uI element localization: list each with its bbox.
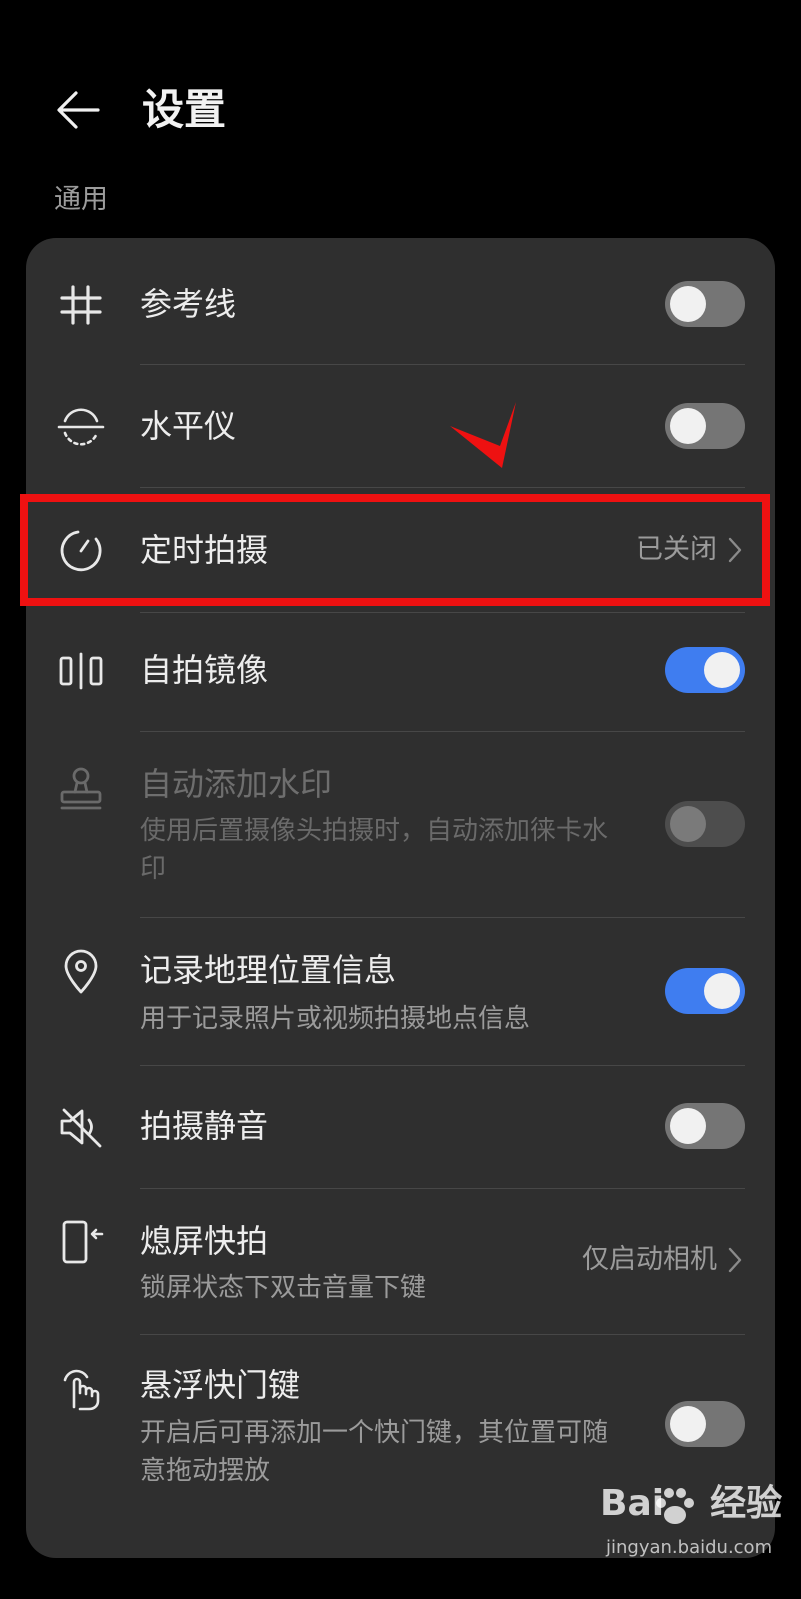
setting-description: 锁屏状态下双击音量下键 (140, 1273, 427, 1303)
phone-side-key-icon (56, 1217, 106, 1267)
location-toggle[interactable] (665, 968, 745, 1014)
setting-location[interactable]: 记录地理位置信息 用于记录照片或视频拍摄地点信息 (26, 918, 775, 1065)
mirror-icon (56, 646, 106, 696)
settings-card: 参考线 水平仪 定时拍摄 已关闭 自拍镜像 自动添加水印 使用后置摄像头拍摄时，… (26, 238, 775, 1558)
auto-watermark-toggle[interactable] (665, 801, 745, 847)
highlight-box (20, 494, 770, 606)
grid-icon (56, 280, 106, 330)
chevron-right-icon (725, 1245, 745, 1275)
mute-shutter-toggle[interactable] (665, 1103, 745, 1149)
watermark-url: jingyan.baidu.com (606, 1537, 773, 1558)
setting-label: 自动添加水印 (140, 765, 333, 803)
toggle-knob (670, 286, 706, 322)
toggle-knob (704, 652, 740, 688)
watermark: Bai 经验 jingyan.baidu.com (600, 1480, 790, 1590)
setting-label: 自拍镜像 (140, 651, 269, 689)
page-title: 设置 (142, 85, 227, 134)
level-icon (56, 402, 106, 452)
section-label: 通用 (54, 184, 108, 215)
setting-label: 熄屏快拍 (140, 1222, 269, 1260)
setting-label: 水平仪 (140, 407, 237, 445)
setting-label: 悬浮快门键 (140, 1366, 301, 1404)
header: 设置 (0, 70, 801, 150)
setting-mute-shutter[interactable]: 拍摄静音 (26, 1066, 775, 1188)
red-check-arrow-icon (448, 400, 520, 472)
setting-label: 记录地理位置信息 (140, 951, 397, 989)
setting-description: 用于记录照片或视频拍摄地点信息 (140, 1004, 531, 1034)
toggle-knob (670, 408, 706, 444)
setting-auto-watermark[interactable]: 自动添加水印 使用后置摄像头拍摄时，自动添加徕卡水印 (26, 732, 775, 917)
setting-quick-snap[interactable]: 熄屏快拍 锁屏状态下双击音量下键 仅启动相机 (26, 1189, 775, 1334)
quick-snap-value: 仅启动相机 (582, 1244, 717, 1275)
touch-hand-icon (56, 1363, 106, 1413)
grid-lines-toggle[interactable] (665, 281, 745, 327)
setting-grid-lines[interactable]: 参考线 (26, 238, 775, 364)
setting-label: 拍摄静音 (140, 1107, 269, 1145)
back-button[interactable] (52, 84, 104, 136)
back-arrow-icon (57, 91, 100, 129)
toggle-knob (670, 1108, 706, 1144)
setting-selfie-mirror[interactable]: 自拍镜像 (26, 613, 775, 731)
selfie-mirror-toggle[interactable] (665, 647, 745, 693)
location-pin-icon (56, 946, 106, 996)
setting-level[interactable]: 水平仪 (26, 365, 775, 487)
level-toggle[interactable] (665, 403, 745, 449)
setting-description: 使用后置摄像头拍摄时，自动添加徕卡水印 (140, 816, 609, 884)
toggle-knob (670, 1406, 706, 1442)
floating-shutter-toggle[interactable] (665, 1401, 745, 1447)
toggle-knob (670, 806, 706, 842)
camera-settings-screen: 设置 通用 参考线 水平仪 定时拍摄 已关闭 自拍镜像 自动添加水印 使用后置摄… (0, 0, 801, 1599)
setting-description: 开启后可再添加一个快门键，其位置可随意拖动摆放 (140, 1418, 609, 1486)
setting-label: 参考线 (140, 285, 237, 323)
mute-icon (56, 1102, 106, 1152)
paw-logo-icon (656, 1488, 694, 1524)
toggle-knob (704, 973, 740, 1009)
stamp-icon (56, 764, 106, 814)
